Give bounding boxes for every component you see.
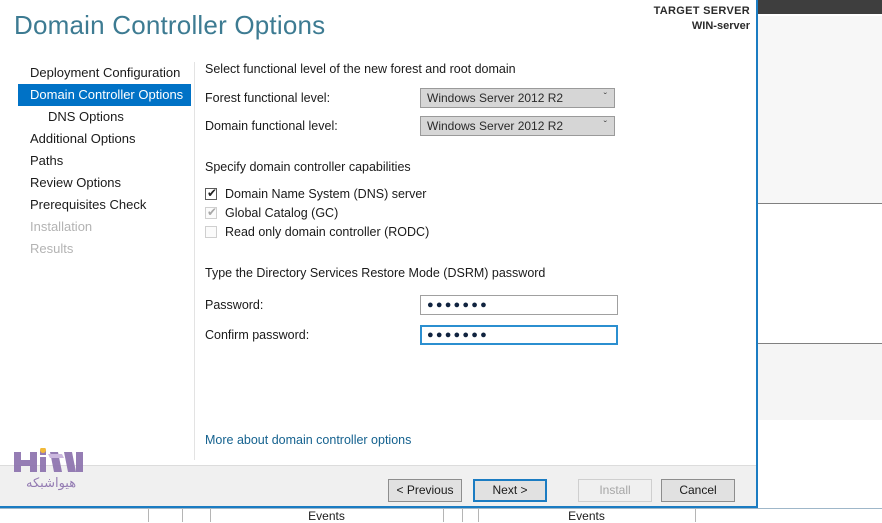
sidebar-item-label: Deployment Configuration — [30, 65, 181, 80]
sidebar-item-results: Results — [0, 238, 194, 260]
background-column-separator — [695, 508, 696, 522]
checkbox-label-dns-server: Domain Name System (DNS) server — [225, 186, 427, 201]
cancel-button[interactable]: Cancel — [661, 479, 735, 502]
confirm-password-row: Confirm password: ●●●●●●● — [205, 322, 750, 348]
background-events-label-right: Events — [568, 509, 605, 523]
dialog-header: Domain Controller Options TARGET SERVER … — [0, 0, 756, 60]
checkbox-row-rodc: Read only domain controller (RODC) — [205, 222, 750, 241]
page-title: Domain Controller Options — [14, 10, 326, 40]
next-button[interactable]: Next > — [473, 479, 547, 502]
confirm-password-input[interactable]: ●●●●●●● — [420, 325, 618, 345]
background-column-separator — [182, 508, 183, 522]
install-button: Install — [578, 479, 652, 502]
nav-divider — [194, 62, 195, 460]
chevron-down-icon: ˇ — [603, 92, 607, 103]
functional-level-heading: Select functional level of the new fores… — [205, 62, 516, 76]
password-input[interactable]: ●●●●●●● — [420, 295, 618, 315]
target-server-label: TARGET SERVER — [653, 5, 750, 17]
sidebar-item-label: Prerequisites Check — [30, 197, 147, 212]
checkbox-row-global-catalog: ✔ Global Catalog (GC) — [205, 203, 750, 222]
wizard-step-nav: Deployment Configuration Domain Controll… — [0, 62, 194, 462]
password-row: Password: ●●●●●●● — [205, 292, 750, 318]
forest-functional-level-value: Windows Server 2012 R2 — [427, 91, 564, 105]
sidebar-item-paths[interactable]: Paths — [0, 150, 194, 172]
background-title-bar — [757, 0, 882, 14]
dialog-content: Select functional level of the new fores… — [205, 62, 750, 348]
capabilities-heading: Specify domain controller capabilities — [205, 160, 411, 174]
sidebar-item-label: Domain Controller Options — [30, 87, 184, 102]
sidebar-item-dns-options[interactable]: DNS Options — [0, 106, 194, 128]
sidebar-item-label: DNS Options — [48, 109, 124, 124]
forest-functional-level-select[interactable]: Windows Server 2012 R2 ˇ — [420, 88, 615, 108]
sidebar-item-additional-options[interactable]: Additional Options — [0, 128, 194, 150]
sidebar-item-prerequisites-check[interactable]: Prerequisites Check — [0, 194, 194, 216]
sidebar-item-label: Review Options — [30, 175, 122, 190]
confirm-password-label: Confirm password: — [205, 328, 310, 342]
domain-functional-level-row: Domain functional level: Windows Server … — [205, 115, 750, 137]
domain-functional-level-value: Windows Server 2012 R2 — [427, 119, 564, 133]
background-column-separator — [443, 508, 444, 522]
previous-button[interactable]: < Previous — [388, 479, 462, 502]
checkbox-rodc — [205, 225, 217, 238]
dsrm-heading: Type the Directory Services Restore Mode… — [205, 266, 546, 280]
sidebar-item-review-options[interactable]: Review Options — [0, 172, 194, 194]
sidebar-item-domain-controller-options[interactable]: Domain Controller Options — [18, 84, 191, 106]
background-column-separator — [148, 508, 149, 522]
target-server-name: WIN-server — [691, 20, 750, 32]
checkbox-label-global-catalog: Global Catalog (GC) — [225, 205, 339, 220]
background-tile-upper — [758, 16, 882, 204]
sidebar-item-installation: Installation — [0, 216, 194, 238]
password-label: Password: — [205, 298, 264, 312]
sidebar-item-deployment-configuration[interactable]: Deployment Configuration — [0, 62, 194, 84]
check-icon: ✔ — [207, 204, 218, 219]
chevron-down-icon: ˇ — [603, 120, 607, 131]
forest-functional-level-row: Forest functional level: Windows Server … — [205, 87, 750, 109]
checkbox-global-catalog: ✔ — [205, 204, 218, 219]
background-column-separator — [462, 508, 463, 522]
check-icon: ✔ — [207, 185, 218, 200]
sidebar-item-label: Results — [30, 241, 74, 256]
dialog-footer: < Previous Next > Install Cancel — [0, 465, 756, 506]
background-events-label-left: Events — [308, 509, 345, 523]
checkbox-dns-server[interactable]: ✔ — [205, 185, 218, 200]
sidebar-item-label: Additional Options — [30, 131, 136, 146]
sidebar-item-label: Paths — [30, 153, 64, 168]
domain-functional-level-select[interactable]: Windows Server 2012 R2 ˇ — [420, 116, 615, 136]
background-tile-lower — [758, 343, 882, 420]
domain-controller-options-dialog: Domain Controller Options TARGET SERVER … — [0, 0, 758, 508]
target-server-info: TARGET SERVER WIN-server — [654, 4, 750, 34]
domain-functional-level-label: Domain functional level: — [205, 119, 338, 133]
sidebar-item-label: Installation — [30, 219, 93, 234]
more-about-domain-controller-options-link[interactable]: More about domain controller options — [205, 433, 411, 447]
forest-functional-level-label: Forest functional level: — [205, 91, 331, 105]
checkbox-row-dns-server[interactable]: ✔ Domain Name System (DNS) server — [205, 184, 750, 203]
checkbox-label-rodc: Read only domain controller (RODC) — [225, 224, 430, 239]
